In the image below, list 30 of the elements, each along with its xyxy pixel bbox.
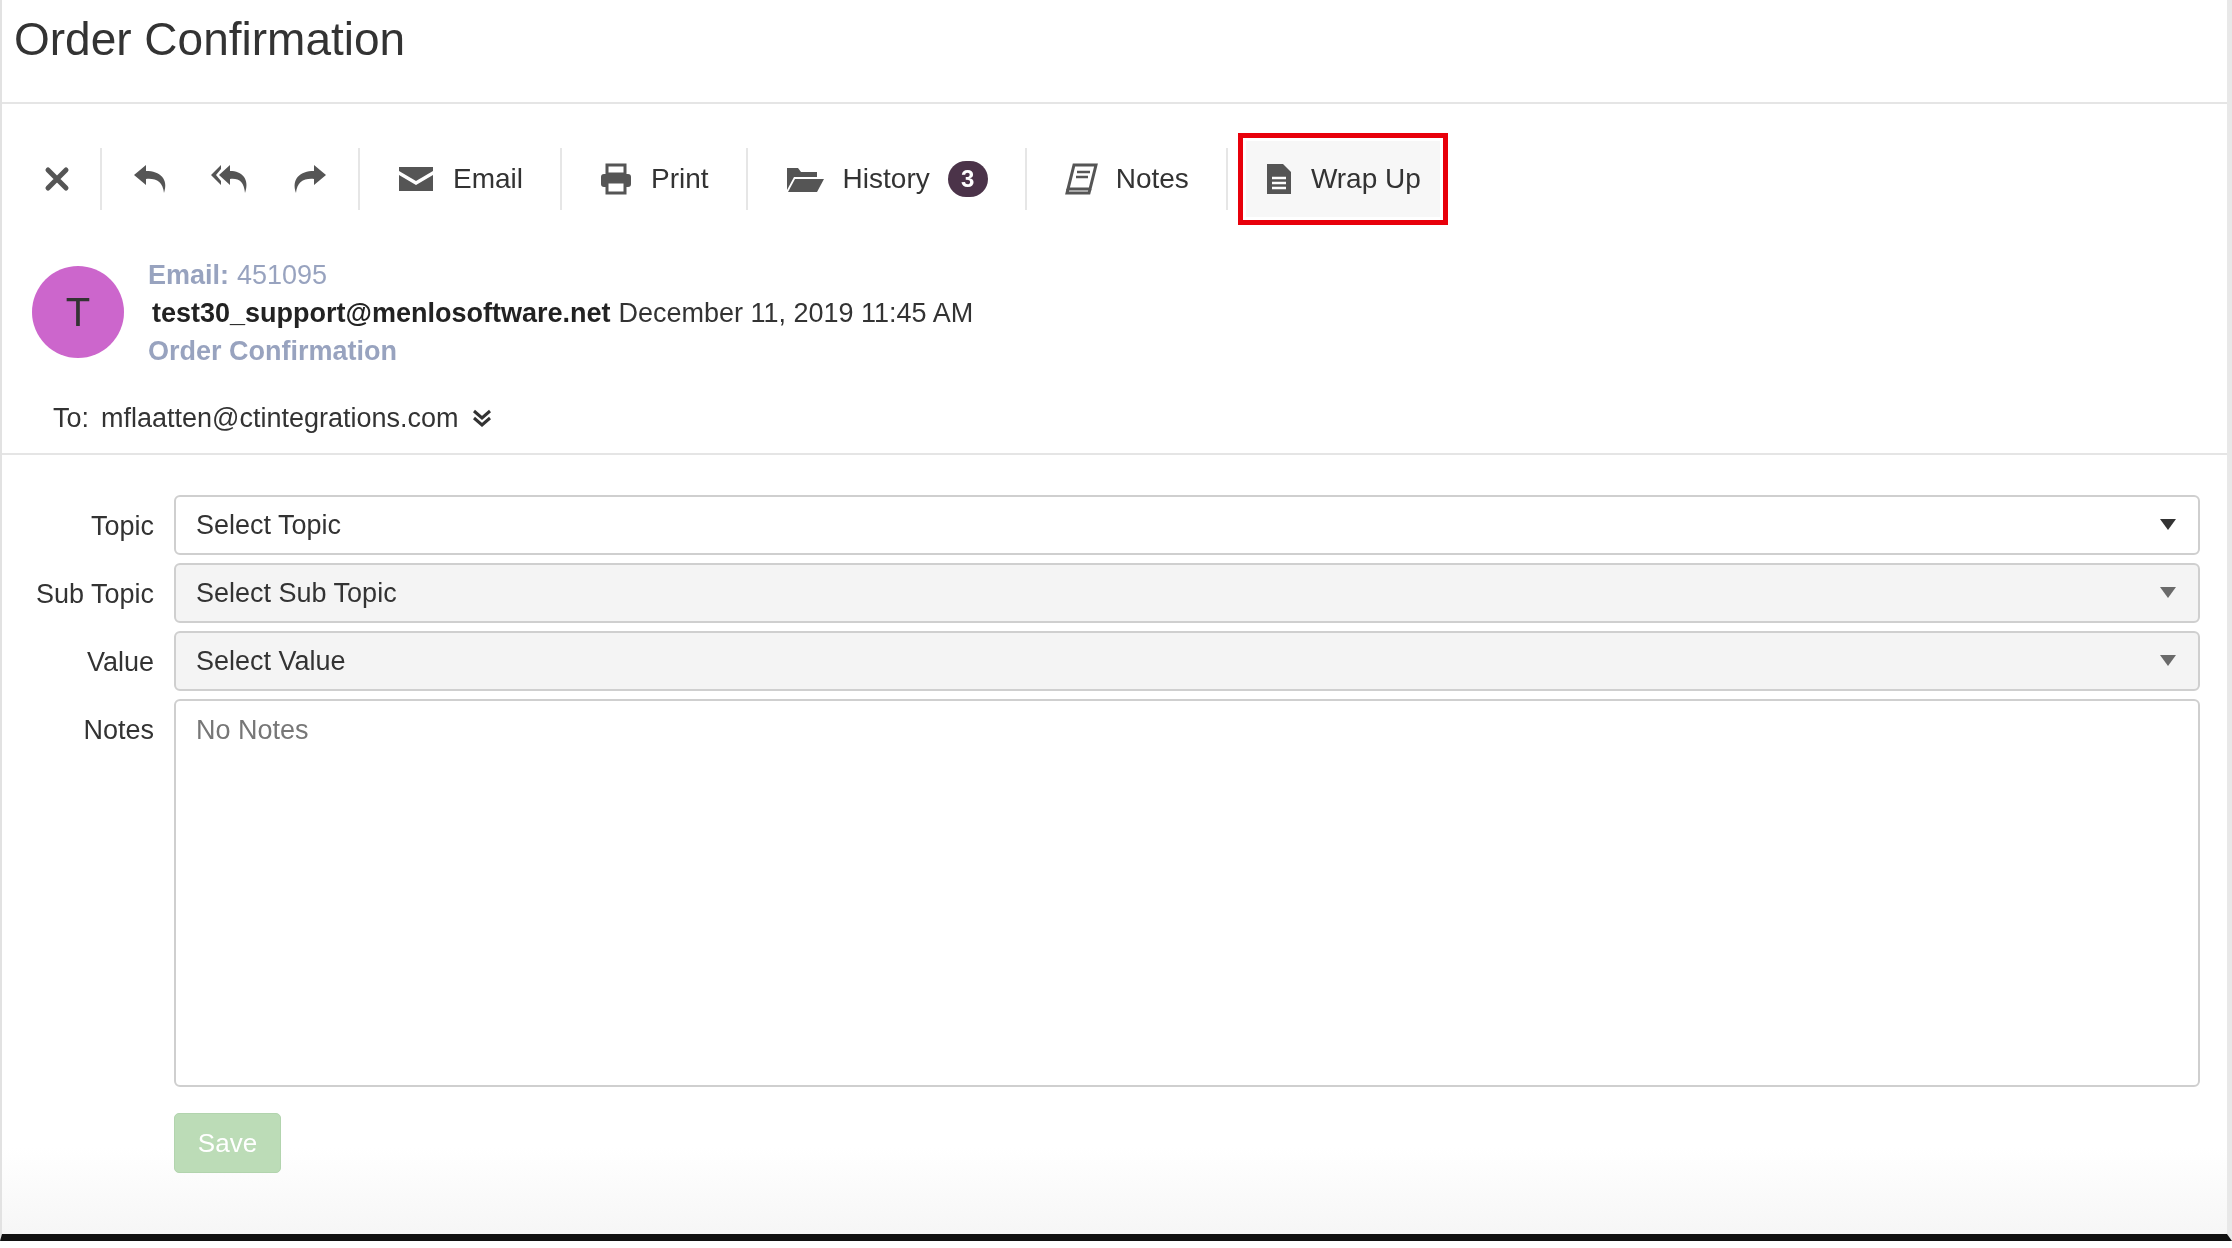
- book-icon: [1063, 163, 1098, 195]
- caret-icon: [2160, 655, 2176, 667]
- history-tab[interactable]: History 3: [757, 133, 1015, 225]
- avatar-circle: T: [32, 266, 124, 358]
- field-label: Value: [85, 646, 154, 678]
- email-tab[interactable]: Email: [370, 133, 550, 225]
- print-tab[interactable]: Print: [572, 133, 736, 225]
- email-subject: Order Confirmation: [148, 335, 398, 368]
- envelope-icon: [397, 165, 435, 193]
- page-title: Order Confirmation: [2, 0, 2227, 104]
- email-id-label: Email:: [148, 259, 230, 292]
- field-label: Topic: [89, 510, 154, 542]
- caret-icon: [2160, 587, 2176, 599]
- wrapup-tab[interactable]: Wrap Up: [1237, 133, 1448, 225]
- email-id: 451095: [237, 259, 328, 292]
- notes-textarea[interactable]: No Notes: [174, 699, 2200, 1087]
- double-chevron-down-icon[interactable]: [470, 408, 493, 428]
- sender-address: test30_support@menlosoftware.net: [151, 297, 611, 330]
- field-label: Sub Topic: [34, 578, 154, 610]
- to-label: To:: [53, 402, 90, 434]
- field-label: Notes: [82, 714, 154, 746]
- count-badge: 3: [947, 161, 988, 197]
- printer-icon: [599, 163, 633, 195]
- recipient-address: mflaatten@ctintegrations.com: [101, 402, 459, 434]
- select-dropdown[interactable]: Select Topic: [174, 495, 2200, 555]
- sent-date: December 11, 2019 11:45 AM: [618, 297, 974, 330]
- caret-icon: [2160, 519, 2176, 531]
- close-icon: [44, 166, 70, 192]
- document-icon: [1264, 162, 1293, 196]
- notes-tab[interactable]: Notes: [1036, 133, 1216, 225]
